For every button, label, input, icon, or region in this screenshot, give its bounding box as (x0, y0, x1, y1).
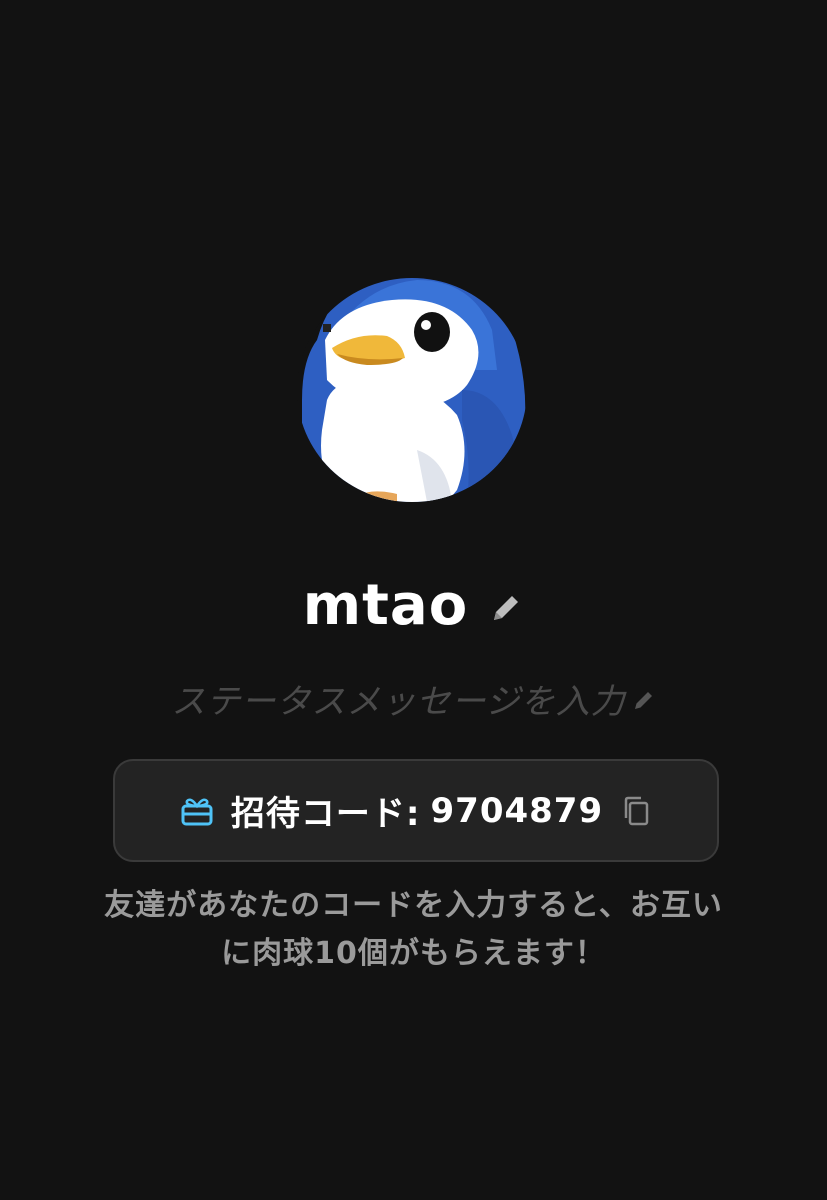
username: mtao (302, 573, 469, 638)
invite-code-card[interactable]: 招待コード: 9704879 (113, 759, 719, 862)
invite-description: 友達があなたのコードを入力すると、お互い に肉球10個がもらえます！ (40, 882, 787, 978)
invite-description-line-2: に肉球10個がもらえます！ (221, 936, 606, 971)
invite-code-label: 招待コード: (230, 794, 421, 834)
edit-status-icon[interactable] (632, 688, 656, 712)
penguin-avatar-icon (297, 278, 527, 502)
username-row: mtao (0, 568, 827, 644)
profile-avatar[interactable] (297, 250, 528, 502)
edit-pencil-icon[interactable] (488, 590, 524, 626)
invite-description-line-1: 友達があなたのコードを入力すると、お互い (104, 888, 723, 923)
gift-icon (181, 798, 213, 825)
invite-code-value: 9704879 (430, 790, 604, 831)
status-message-input[interactable]: ステータスメッセージを入力 (171, 674, 625, 723)
copy-icon[interactable] (621, 794, 653, 828)
status-message-row[interactable]: ステータスメッセージを入力 (0, 672, 827, 724)
